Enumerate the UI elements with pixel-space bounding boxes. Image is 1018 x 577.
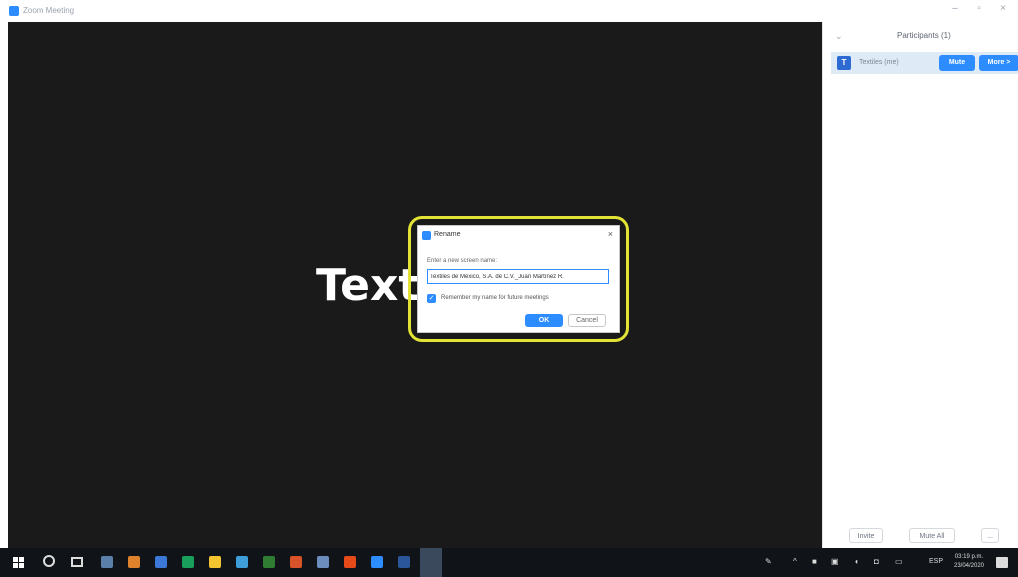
zoom-tray-icon[interactable]: ▣ [831,557,839,566]
taskbar-app-icon[interactable] [398,556,410,568]
avatar: T [837,56,851,70]
keyboard-icon[interactable]: ▭ [895,557,903,566]
taskbar-app-icon[interactable] [263,556,275,568]
taskbar-app-icon[interactable] [371,556,383,568]
participant-name: Textiles (me) [859,59,899,66]
mute-all-button[interactable]: Mute All [909,528,955,543]
zoom-logo-icon [9,6,19,16]
network-icon[interactable]: ◘ [874,557,879,566]
close-button[interactable]: × [996,3,1010,14]
taskbar-app-icon[interactable] [236,556,248,568]
collapse-chevron-icon[interactable]: ⌄ [835,31,843,42]
pen-icon[interactable]: ✎ [765,557,772,566]
clock-date: 23/04/2020 [953,563,985,569]
minimize-button[interactable]: – [948,3,962,14]
taskbar-app-icon[interactable] [155,556,167,568]
maximize-button[interactable]: ▫ [972,3,986,14]
clock-time: 03:19 p.m. [954,554,984,560]
taskbar-app-icon[interactable] [290,556,302,568]
highlight-ring [408,216,629,342]
panel-footer: Invite Mute All ... [823,524,1018,546]
taskbar-app-icon[interactable] [182,556,194,568]
language-indicator[interactable]: ESP [929,558,943,565]
video-participant-name: Text [316,260,420,311]
title-bar: Zoom Meeting – ▫ × [0,0,1018,22]
chevron-up-icon[interactable]: ^ [793,557,797,566]
active-app-highlight [420,548,442,577]
taskbar-app-icon[interactable] [101,556,113,568]
clock[interactable]: 03:19 p.m. 23/04/2020 [951,553,987,571]
taskbar-app-icon[interactable] [344,556,356,568]
more-button[interactable]: More > [979,55,1018,71]
participants-panel: ⌄ Participants (1) T Textiles (me) Mute … [822,22,1018,548]
volume-icon[interactable]: ◖ [854,557,859,566]
notification-icon[interactable] [996,557,1008,568]
more-options-button[interactable]: ... [981,528,999,543]
taskbar-app-icon[interactable] [209,556,221,568]
taskbar-app-icon[interactable] [128,556,140,568]
taskbar: ✎ ^ ■ ▣ ◖ ◘ ▭ ESP 03:19 p.m. 23/04/2020 [0,548,1018,577]
panel-header: ⌄ Participants (1) [823,22,1018,50]
window-controls: – ▫ × [948,3,1010,14]
windows-start-icon[interactable] [13,557,24,568]
participant-row[interactable]: T Textiles (me) Mute More > [831,52,1018,74]
invite-button[interactable]: Invite [849,528,883,543]
camera-icon[interactable]: ■ [812,557,817,566]
taskbar-app-icon[interactable] [317,556,329,568]
mute-button[interactable]: Mute [939,55,975,71]
window-title: Zoom Meeting [23,6,75,15]
search-icon[interactable] [43,555,55,567]
panel-title: Participants (1) [897,31,951,40]
task-view-icon[interactable] [71,557,83,567]
